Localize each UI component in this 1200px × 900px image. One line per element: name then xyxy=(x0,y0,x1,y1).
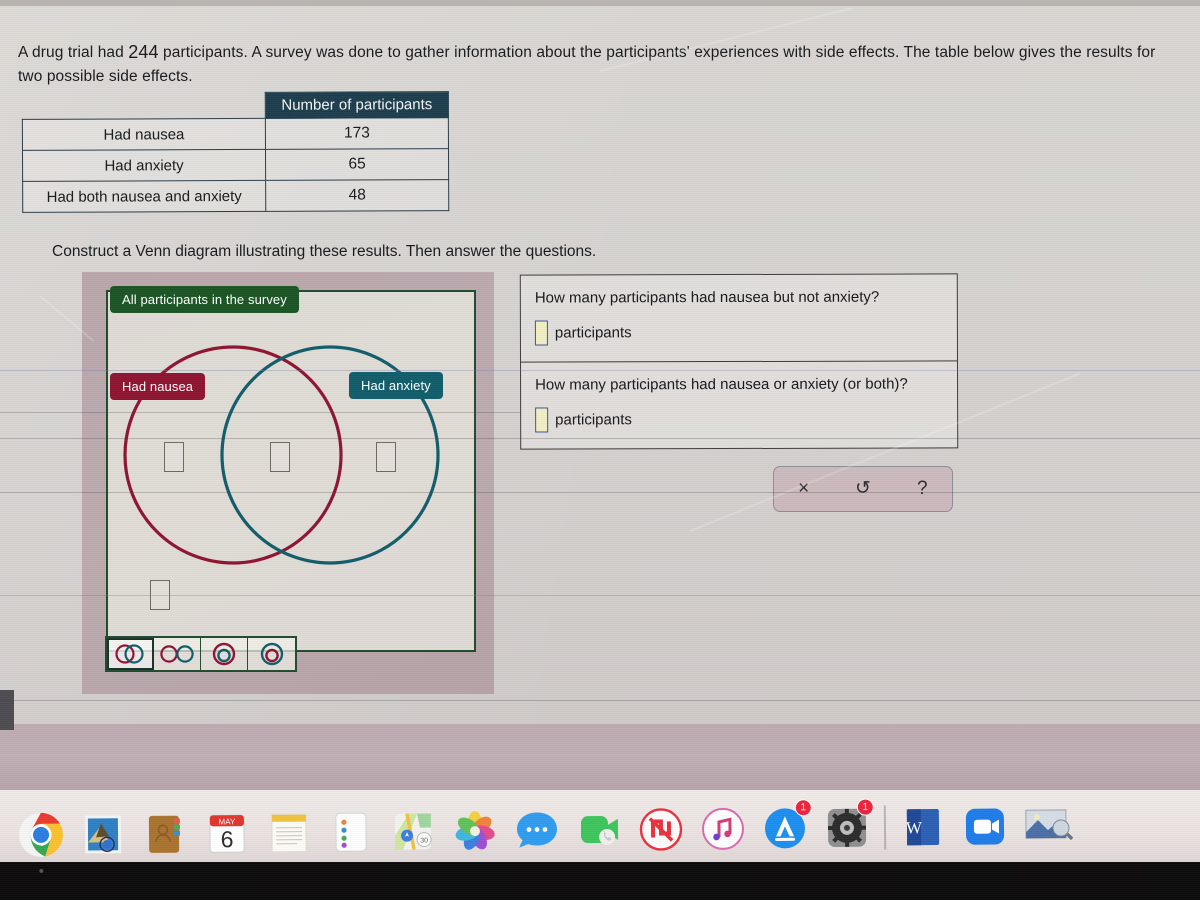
disjoint-circles-icon xyxy=(160,645,194,663)
venn-option-left-inside-right[interactable] xyxy=(248,638,295,670)
venn-label-anxiety[interactable]: Had anxiety xyxy=(349,372,443,399)
overlapping-circles-icon xyxy=(115,644,144,664)
venn-option-right-inside-left[interactable] xyxy=(201,638,248,670)
answer-actions-toolbar: × ↺ ? xyxy=(773,466,953,512)
nested-circles-teal-inside-icon xyxy=(212,642,236,666)
venn-shape-toolbar[interactable] xyxy=(105,636,297,672)
clear-button[interactable]: × xyxy=(774,479,833,499)
venn-label-nausea[interactable]: Had nausea xyxy=(110,373,206,400)
venn-input-right-only[interactable] xyxy=(376,442,396,472)
nested-circles-maroon-inside-icon xyxy=(260,642,283,666)
photographed-screen: A drug trial had 244 participants. A sur… xyxy=(0,0,1200,900)
screen-top-edge xyxy=(0,0,1200,6)
venn-input-intersection[interactable] xyxy=(270,442,290,472)
help-button[interactable]: ? xyxy=(893,479,952,499)
venn-input-left-only[interactable] xyxy=(164,442,184,472)
venn-option-overlapping-circles[interactable] xyxy=(107,638,154,670)
venn-option-disjoint-circles[interactable] xyxy=(154,638,201,670)
venn-input-outside[interactable] xyxy=(150,580,170,610)
undo-button[interactable]: ↺ xyxy=(833,479,892,499)
venn-label-universe[interactable]: All participants in the survey xyxy=(110,286,299,313)
